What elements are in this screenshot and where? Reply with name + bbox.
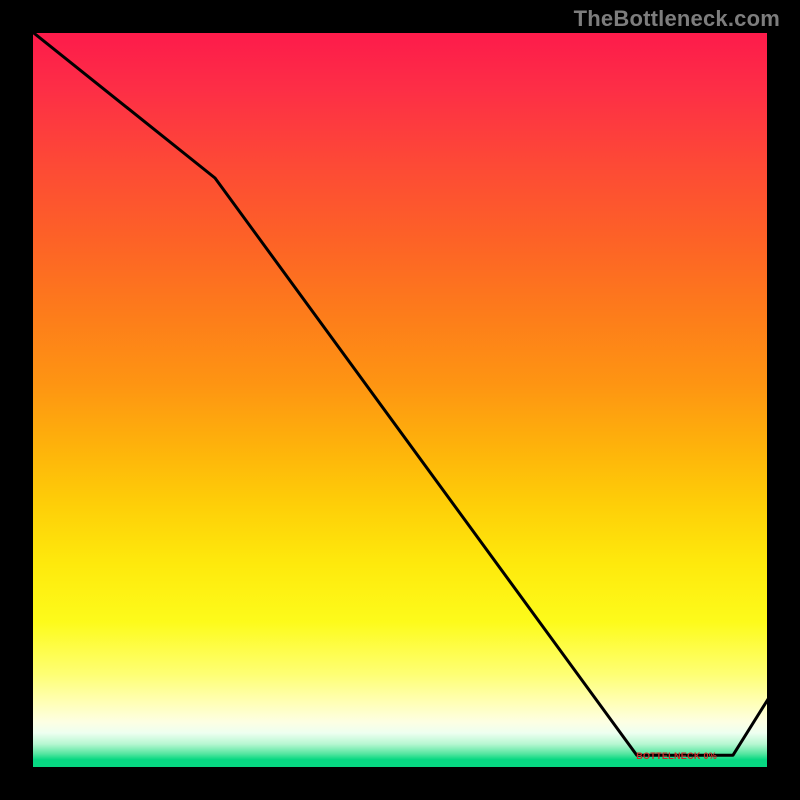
bottleneck-curve [30, 30, 770, 755]
curve-layer: BOTTELNECK 0% [30, 30, 770, 770]
chart-root: TheBottleneck.com BOTTELNECK 0% [0, 0, 800, 800]
watermark-text: TheBottleneck.com [574, 6, 780, 32]
plot-area: BOTTELNECK 0% [30, 30, 770, 770]
optimal-marker-label: BOTTELNECK 0% [636, 751, 717, 761]
